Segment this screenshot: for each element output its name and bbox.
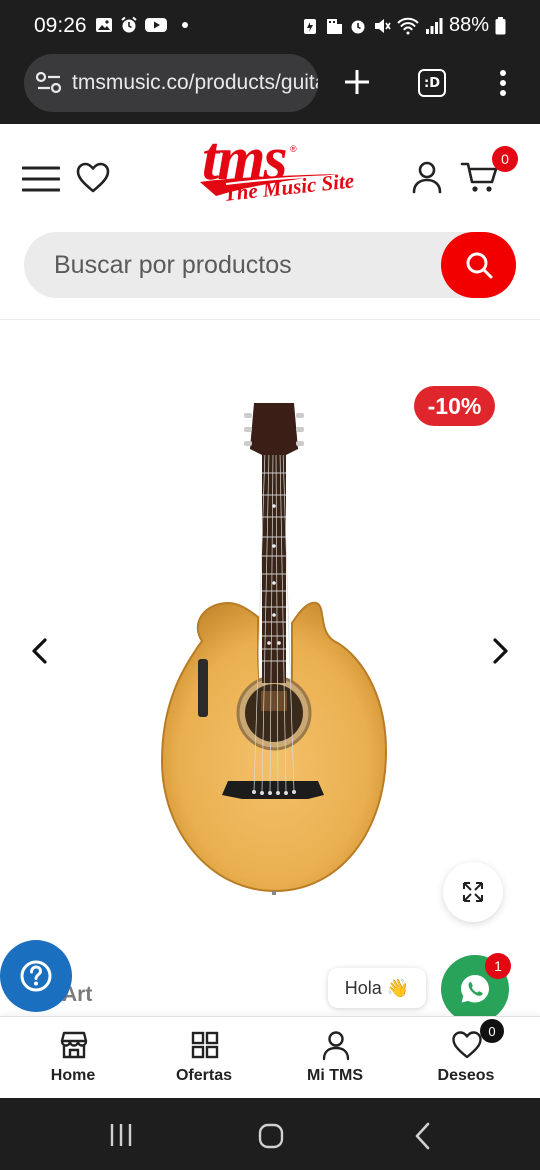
battery-saver-icon <box>303 18 316 34</box>
chevron-left-icon[interactable] <box>28 636 52 666</box>
help-button[interactable] <box>0 940 72 1012</box>
search-icon <box>466 252 492 279</box>
menu-icon[interactable] <box>22 164 60 194</box>
building-icon <box>326 18 342 34</box>
more-vert-icon[interactable] <box>494 68 512 98</box>
new-tab-icon[interactable] <box>341 66 373 98</box>
chat-greeting-bubble[interactable]: Hola 👋 <box>328 968 426 1008</box>
discount-badge: -10% <box>414 386 495 426</box>
status-time: 09:26 <box>34 14 87 37</box>
nav-ofertas[interactable]: Ofertas <box>144 1017 264 1099</box>
gallery-icon <box>96 18 112 32</box>
question-icon <box>20 960 52 992</box>
heart-icon <box>452 1031 482 1059</box>
battery-percent: 88% <box>448 14 489 36</box>
product-gallery: -10% Art <box>0 321 540 1021</box>
wishlist-heart-icon[interactable] <box>76 162 110 194</box>
search-input[interactable] <box>54 232 434 298</box>
cart-count-badge: 0 <box>492 146 518 172</box>
status-bar: 09:26 88% <box>0 0 540 52</box>
browser-toolbar: tmsmusic.co/products/guitarra :D <box>0 52 540 124</box>
whatsapp-icon <box>461 975 489 1003</box>
home-icon[interactable] <box>257 1122 285 1150</box>
zoom-button[interactable] <box>443 862 503 922</box>
tab-switcher-button[interactable]: :D <box>418 69 446 97</box>
youtube-icon <box>145 18 167 32</box>
tms-logo[interactable]: tms ® The Music Site <box>198 128 355 224</box>
mute-icon <box>374 18 391 33</box>
wifi-icon <box>397 17 419 34</box>
site-settings-icon[interactable] <box>36 71 62 95</box>
signal-icon <box>425 17 443 34</box>
address-bar[interactable]: tmsmusic.co/products/guitarra <box>24 54 318 112</box>
nav-home-label: Home <box>50 1067 96 1084</box>
battery-icon <box>495 16 506 34</box>
whatsapp-count-badge: 1 <box>485 953 511 979</box>
nav-mi-tms-label: Mi TMS <box>307 1067 363 1084</box>
store-icon <box>60 1031 88 1059</box>
product-image-acoustic-guitar[interactable] <box>150 391 400 911</box>
more-notifications-dot <box>182 22 188 28</box>
nav-deseos[interactable]: Deseos <box>406 1017 526 1099</box>
status-system-icons: 88% <box>303 14 506 37</box>
alarm-icon <box>351 20 365 33</box>
back-icon[interactable] <box>412 1122 434 1150</box>
alarm-icon <box>121 16 137 33</box>
nav-deseos-label: Deseos <box>437 1067 495 1084</box>
system-navigation-bar <box>0 1098 540 1170</box>
chevron-right-icon[interactable] <box>488 636 512 666</box>
url-text[interactable]: tmsmusic.co/products/guitarra <box>72 71 318 95</box>
wishlist-count-badge: 0 <box>480 1019 504 1043</box>
bottom-navigation: Home Ofertas Mi TMS Deseos <box>0 1016 540 1098</box>
search-bar <box>24 232 516 298</box>
nav-home[interactable]: Home <box>13 1017 133 1099</box>
nav-mi-tms[interactable]: Mi TMS <box>275 1017 395 1099</box>
nav-ofertas-label: Ofertas <box>175 1067 233 1084</box>
status-notification-icons <box>95 16 188 34</box>
user-icon <box>322 1031 350 1061</box>
search-button[interactable] <box>441 232 516 298</box>
recent-apps-icon[interactable] <box>108 1122 134 1148</box>
site-header: tms ® The Music Site 0 <box>0 124 540 320</box>
expand-icon <box>463 882 483 902</box>
account-icon[interactable] <box>411 160 443 194</box>
grid-icon <box>191 1031 219 1059</box>
logo-registered-mark: ® <box>290 144 297 154</box>
